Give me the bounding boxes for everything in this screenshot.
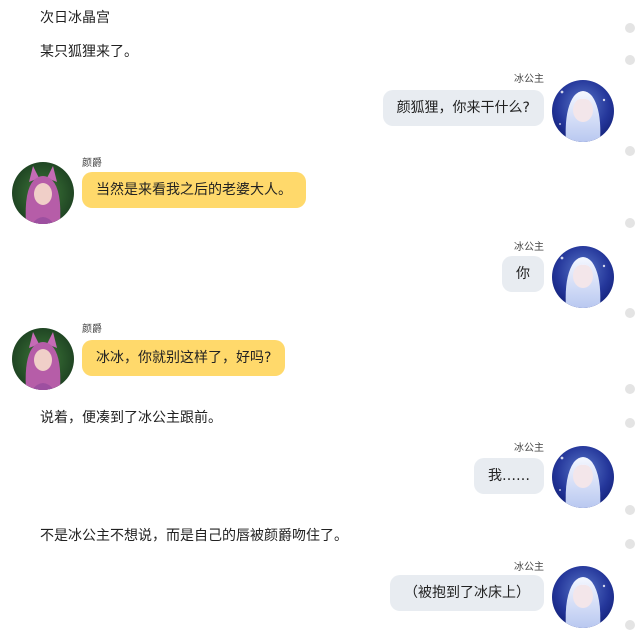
narration-text: 不是冰公主不想说，而是自己的唇被颜爵吻住了。: [40, 528, 348, 544]
bing-princess-avatar-icon[interactable]: [552, 246, 614, 308]
speaker-name: 冰公主: [514, 74, 544, 85]
scroll-dot[interactable]: [625, 539, 635, 549]
speaker-name: 冰公主: [514, 562, 544, 573]
scroll-dot[interactable]: [625, 308, 635, 318]
speaker-name: 颜爵: [82, 158, 102, 169]
narration-text: 某只狐狸来了。: [40, 44, 138, 60]
narration-text: 说着，便凑到了冰公主跟前。: [40, 410, 222, 426]
yan-jue-avatar-icon[interactable]: [12, 328, 74, 390]
message-bubble: 当然是来看我之后的老婆大人。: [82, 172, 306, 208]
scroll-dot[interactable]: [625, 384, 635, 394]
bing-princess-avatar-icon[interactable]: [552, 446, 614, 508]
message-bubble: 颜狐狸，你来干什么?: [382, 90, 544, 126]
message-bubble: 我……: [474, 458, 544, 494]
speaker-name: 颜爵: [82, 324, 102, 335]
scroll-dot[interactable]: [625, 146, 635, 156]
message-bubble: （被抱到了冰床上）: [390, 575, 544, 611]
bing-princess-avatar-icon[interactable]: [552, 566, 614, 628]
message-bubble: 你: [502, 256, 544, 292]
scroll-dot[interactable]: [625, 55, 635, 65]
bing-princess-avatar-icon[interactable]: [552, 80, 614, 142]
speaker-name: 冰公主: [514, 443, 544, 454]
scroll-dot[interactable]: [625, 620, 635, 630]
speaker-name: 冰公主: [514, 242, 544, 253]
narration-text: 次日冰晶宫: [40, 10, 110, 26]
scroll-dot[interactable]: [625, 218, 635, 228]
scroll-dot[interactable]: [625, 23, 635, 33]
message-bubble: 冰冰，你就别这样了，好吗?: [82, 340, 286, 376]
yan-jue-avatar-icon[interactable]: [12, 162, 74, 224]
scroll-dot[interactable]: [625, 418, 635, 428]
scroll-dot[interactable]: [625, 505, 635, 515]
